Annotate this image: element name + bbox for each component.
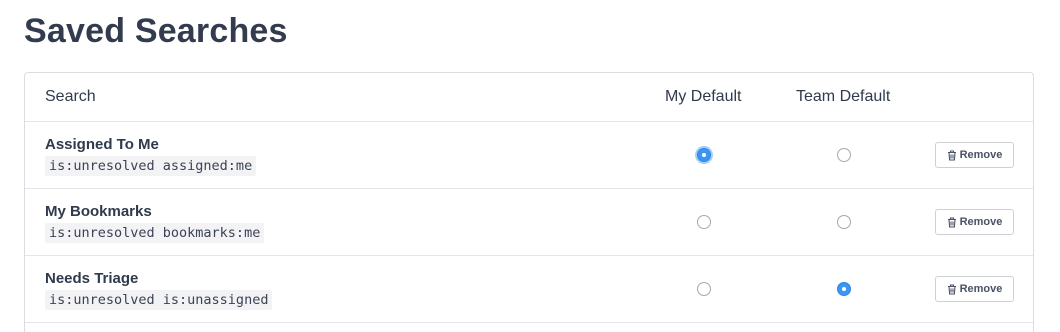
team-default-radio[interactable]	[837, 215, 851, 229]
my-default-radio[interactable]	[697, 282, 711, 296]
remove-button[interactable]: Remove	[935, 276, 1014, 302]
search-query: is:unresolved is:unassigned	[45, 290, 273, 310]
remove-button[interactable]: Remove	[935, 209, 1014, 235]
column-header-my-default: My Default	[665, 88, 742, 105]
column-header-team-default: Team Default	[796, 88, 891, 105]
trash-icon	[947, 283, 956, 295]
remove-button[interactable]: Remove	[935, 142, 1014, 168]
my-default-radio[interactable]	[697, 148, 711, 162]
saved-searches-table: Search My Default Team Default Assigned …	[24, 72, 1034, 332]
page-title: Saved Searches	[24, 12, 288, 50]
trash-icon	[947, 216, 956, 228]
remove-button-label: Remove	[959, 149, 1003, 161]
team-default-radio[interactable]	[837, 148, 851, 162]
table-row: Needs Triage is:unresolved is:unassigned…	[25, 256, 1033, 323]
table-header: Search My Default Team Default	[25, 73, 1033, 122]
column-header-search: Search	[45, 88, 96, 105]
search-name: Assigned To Me	[45, 136, 159, 153]
search-name: My Bookmarks	[45, 203, 152, 220]
my-default-radio[interactable]	[697, 215, 711, 229]
remove-button-label: Remove	[959, 283, 1003, 295]
table-row: My Bookmarks is:unresolved bookmarks:me …	[25, 189, 1033, 256]
table-row: Assigned To Me is:unresolved assigned:me…	[25, 122, 1033, 189]
search-name: Needs Triage	[45, 270, 139, 287]
search-query: is:unresolved bookmarks:me	[45, 223, 265, 243]
trash-icon	[947, 149, 956, 161]
remove-button-label: Remove	[959, 216, 1003, 228]
search-query: is:unresolved assigned:me	[45, 156, 257, 176]
team-default-radio[interactable]	[837, 282, 851, 296]
